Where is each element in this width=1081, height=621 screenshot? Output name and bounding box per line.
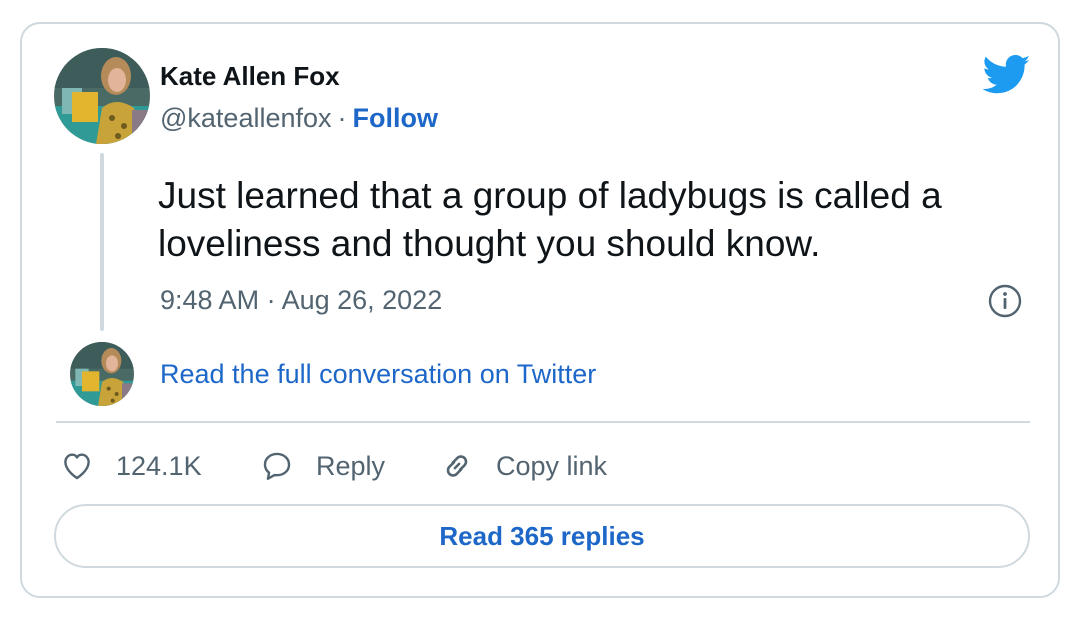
heart-icon	[64, 453, 90, 480]
reply-label: Reply	[316, 450, 386, 481]
speech-bubble-icon	[263, 452, 291, 480]
author-handle-row: @kateallenfox · Follow	[160, 101, 438, 135]
follow-button[interactable]: Follow	[353, 103, 438, 133]
author-name[interactable]: Kate Allen Fox	[160, 60, 340, 92]
like-count: 124.1K	[116, 450, 202, 481]
twitter-bird-icon[interactable]	[983, 55, 1031, 95]
divider	[56, 421, 1030, 423]
author-handle[interactable]: @kateallenfox	[160, 103, 332, 133]
thread-line	[100, 153, 104, 331]
read-full-conversation-link[interactable]: Read the full conversation on Twitter	[160, 357, 596, 391]
tweet-text: Just learned that a group of ladybugs is…	[158, 175, 942, 264]
tweet-card: Kate Allen Fox @kateallenfox · Follow Just…	[20, 22, 1060, 598]
avatar-photo	[54, 48, 150, 144]
read-replies-button[interactable]: Read 365 replies	[54, 504, 1030, 568]
action-bar: 124.1K Reply Copy link	[60, 444, 607, 488]
copy-link-button[interactable]: Copy link	[440, 449, 607, 483]
copy-link-label: Copy link	[496, 450, 608, 481]
avatar-photo	[70, 342, 134, 406]
link-icon	[446, 455, 468, 477]
like-button[interactable]: 124.1K	[60, 449, 260, 483]
author-avatar[interactable]	[54, 48, 150, 144]
info-icon[interactable]	[988, 284, 1022, 318]
reply-button[interactable]: Reply	[260, 449, 440, 483]
conversation-avatar[interactable]	[70, 342, 134, 406]
tweet-timestamp[interactable]: 9:48 AM · Aug 26, 2022	[160, 283, 442, 317]
handle-separator: ·	[337, 103, 347, 133]
